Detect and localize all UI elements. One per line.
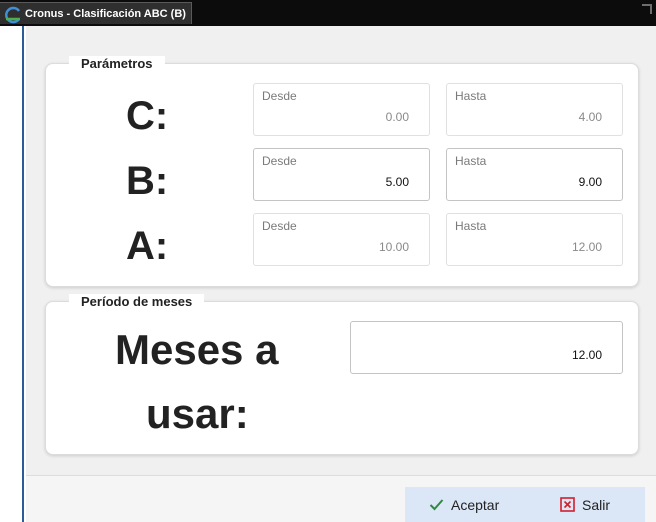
c-hasta-value: 4.00: [578, 110, 602, 124]
meses-value: 12.00: [571, 348, 602, 362]
a-desde-field[interactable]: Desde 10.00: [253, 213, 430, 266]
exit-button[interactable]: Salir: [560, 487, 610, 522]
dialog-buttons: Aceptar Salir: [405, 487, 645, 522]
periodo-panel: Período de meses Meses a usar: 12.00: [45, 294, 639, 455]
hasta-caption: Hasta: [455, 89, 487, 103]
a-hasta-field[interactable]: Hasta 12.00: [446, 213, 623, 266]
side-rail: [0, 26, 24, 522]
parametros-legend: Parámetros: [69, 56, 165, 71]
b-desde-field[interactable]: Desde 5.00: [253, 148, 430, 201]
a-hasta-value: 12.00: [571, 240, 602, 254]
exit-label: Salir: [582, 496, 611, 513]
desde-caption: Desde: [262, 219, 297, 233]
parametros-panel: Parámetros C: Desde 0.00 Hasta 4.00 B: D…: [45, 56, 639, 287]
title-bar: Cronus - Clasificación ABC (B): [0, 0, 656, 26]
close-box-icon: [560, 497, 575, 512]
c-desde-value: 0.00: [385, 110, 409, 124]
class-c-label: C:: [126, 94, 169, 138]
check-icon: [429, 499, 444, 511]
meses-label-line2: usar:: [146, 390, 249, 437]
hasta-caption: Hasta: [455, 219, 487, 233]
window-title: Cronus - Clasificación ABC (B): [25, 8, 186, 20]
desde-caption: Desde: [262, 154, 297, 168]
class-b-label: B:: [126, 159, 169, 203]
window-tab[interactable]: Cronus - Clasificación ABC (B): [0, 2, 192, 24]
hasta-caption: Hasta: [455, 154, 487, 168]
periodo-legend: Período de meses: [69, 294, 205, 309]
resize-corner-icon: [642, 4, 652, 14]
app-logo-icon: [5, 6, 21, 24]
c-desde-field[interactable]: Desde 0.00: [253, 83, 430, 136]
b-hasta-value: 9.00: [578, 175, 602, 189]
c-hasta-field[interactable]: Hasta 4.00: [446, 83, 623, 136]
accept-button[interactable]: Aceptar: [429, 487, 499, 522]
b-desde-value: 5.00: [385, 175, 409, 189]
accept-label: Aceptar: [451, 496, 500, 513]
a-desde-value: 10.00: [378, 240, 409, 254]
main-content: Parámetros C: Desde 0.00 Hasta 4.00 B: D…: [26, 26, 656, 475]
meses-label-line1: Meses a: [115, 326, 279, 373]
meses-field[interactable]: 12.00: [350, 321, 623, 374]
b-hasta-field[interactable]: Hasta 9.00: [446, 148, 623, 201]
class-a-label: A:: [126, 224, 169, 268]
desde-caption: Desde: [262, 89, 297, 103]
